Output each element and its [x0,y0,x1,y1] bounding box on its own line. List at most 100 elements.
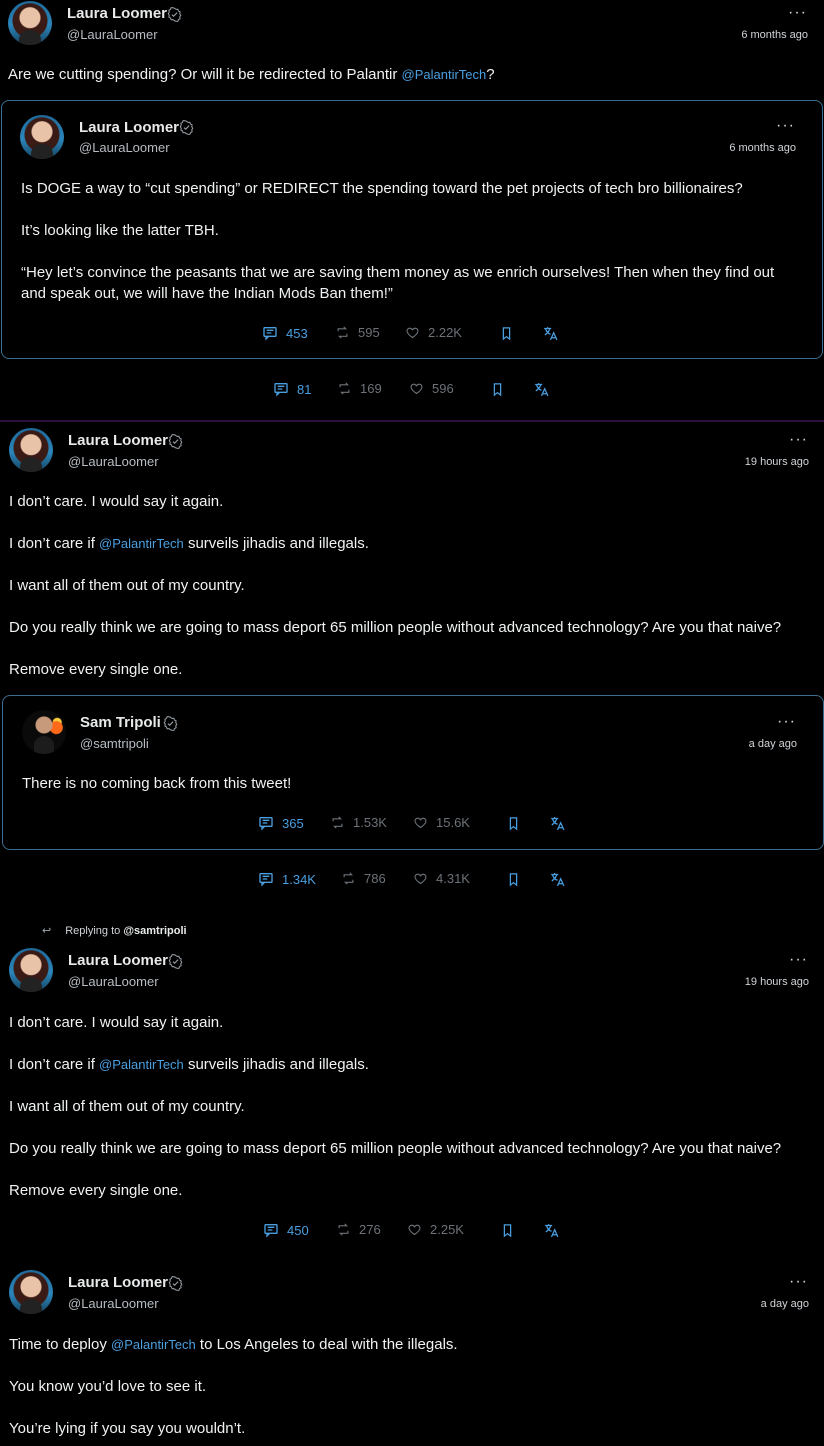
retweet-button[interactable]: 786 [341,871,386,886]
quoted-author-handle[interactable]: @LauraLoomer [79,140,170,155]
retweet-count: 786 [364,871,386,886]
quoted-avatar[interactable] [20,115,64,159]
retweet-icon [330,815,345,830]
avatar[interactable] [9,948,53,992]
more-options-icon[interactable]: ··· [776,118,795,134]
mention-link[interactable]: @PalantirTech [402,67,487,82]
bookmark-icon[interactable] [506,872,521,887]
quoted-avatar[interactable] [22,710,66,754]
heart-icon [407,1222,422,1237]
translate-icon[interactable] [542,325,559,342]
reply-button[interactable]: 365 [258,815,304,831]
quoted-text-line: and speak out, we will have the Indian M… [21,285,393,302]
tweet-text-part: I don’t care if [9,1056,100,1073]
reply-count: 81 [297,381,312,397]
more-options-icon[interactable]: ··· [789,432,808,448]
translate-icon[interactable] [533,381,550,398]
reply-count: 453 [286,325,308,341]
like-count: 2.22K [428,325,462,340]
reply-icon [263,1222,279,1238]
author-handle[interactable]: @LauraLoomer [67,27,158,42]
replying-label: Replying to [65,925,124,937]
translate-icon[interactable] [549,871,566,888]
translate-icon[interactable] [549,815,566,832]
retweet-icon [341,871,356,886]
tweet-text-part: Time to deploy [9,1336,111,1353]
more-options-icon[interactable]: ··· [789,952,808,968]
more-options-icon[interactable]: ··· [777,714,796,730]
tweet-text-line: I don’t care if @PalantirTech surveils j… [9,535,369,552]
mention-link[interactable]: @PalantirTech [99,536,184,551]
author-name[interactable]: Laura Loomer [68,1274,168,1291]
like-button[interactable]: 596 [409,381,454,396]
tweet-text-part: ? [486,66,495,83]
reply-arrow-icon: ↩ [42,925,52,937]
tweet-text-line: You know you’d love to see it. [9,1378,207,1395]
like-button[interactable]: 2.25K [407,1222,464,1237]
reply-icon [258,815,274,831]
tweet-text-line: I don’t care. I would say it again. [9,493,224,510]
mention-link[interactable]: @PalantirTech [111,1337,196,1352]
verified-badge-icon [163,716,178,731]
tweet-text-line: Do you really think we are going to mass… [9,1140,782,1157]
tweet-text-part: to Los Angeles to deal with the illegals… [195,1336,458,1353]
retweet-button[interactable]: 169 [337,381,382,396]
verified-badge-icon [168,434,183,449]
reply-button[interactable]: 1.34K [258,871,316,887]
reply-icon [262,325,278,341]
bookmark-icon[interactable] [500,1223,515,1238]
retweet-icon [337,381,352,396]
author-handle[interactable]: @LauraLoomer [68,1296,159,1311]
quoted-author-name[interactable]: Laura Loomer [79,119,179,136]
bookmark-icon[interactable] [499,326,514,341]
retweet-button[interactable]: 1.53K [330,815,387,830]
quoted-text-line: It’s looking like the latter TBH. [21,222,219,239]
tweet-text-line: Do you really think we are going to mass… [9,619,782,636]
timestamp[interactable]: a day ago [761,1298,809,1310]
reply-button[interactable]: 450 [263,1222,309,1238]
bookmark-icon[interactable] [490,382,505,397]
heart-icon [405,325,420,340]
tweet-text-part: surveils jihadis and illegals. [183,1056,369,1073]
like-button[interactable]: 4.31K [413,871,470,886]
tweet-divider [0,420,824,422]
reply-button[interactable]: 81 [273,381,311,397]
more-options-icon[interactable]: ··· [788,5,807,21]
reply-count: 450 [287,1222,309,1238]
bookmark-icon[interactable] [506,816,521,831]
avatar[interactable] [8,1,52,45]
timestamp[interactable]: 19 hours ago [745,456,809,468]
quoted-author-name[interactable]: Sam Tripoli [80,714,161,731]
author-handle[interactable]: @LauraLoomer [68,454,159,469]
translate-icon[interactable] [543,1222,560,1239]
like-button[interactable]: 15.6K [413,815,470,830]
author-name[interactable]: Laura Loomer [67,5,167,22]
quoted-timestamp[interactable]: a day ago [749,738,797,750]
quoted-text-line: “Hey let’s convince the peasants that we… [21,264,775,281]
quoted-author-handle[interactable]: @samtripoli [80,736,149,751]
avatar[interactable] [9,1270,53,1314]
tweet-text-part: I don’t care if [9,535,100,552]
retweet-count: 169 [360,381,382,396]
like-button[interactable]: 2.22K [405,325,462,340]
timestamp[interactable]: 6 months ago [741,29,808,41]
retweet-button[interactable]: 595 [335,325,380,340]
author-name[interactable]: Laura Loomer [68,432,168,449]
author-name[interactable]: Laura Loomer [68,952,168,969]
replying-to-handle[interactable]: @samtripoli [123,925,186,937]
tweet-text-part: surveils jihadis and illegals. [183,535,369,552]
author-handle[interactable]: @LauraLoomer [68,974,159,989]
retweet-button[interactable]: 276 [336,1222,381,1237]
reply-count: 365 [282,815,304,831]
timestamp[interactable]: 19 hours ago [745,976,809,988]
mention-link[interactable]: @PalantirTech [99,1057,184,1072]
retweet-count: 595 [358,325,380,340]
quoted-timestamp[interactable]: 6 months ago [729,142,796,154]
reply-button[interactable]: 453 [262,325,308,341]
tweet-text-line: You’re lying if you say you wouldn’t. [9,1420,246,1437]
like-count: 4.31K [436,871,470,886]
verified-badge-icon [179,120,194,135]
avatar[interactable] [9,428,53,472]
more-options-icon[interactable]: ··· [789,1274,808,1290]
replying-to: ↩ Replying to @samtripoli [42,924,187,937]
